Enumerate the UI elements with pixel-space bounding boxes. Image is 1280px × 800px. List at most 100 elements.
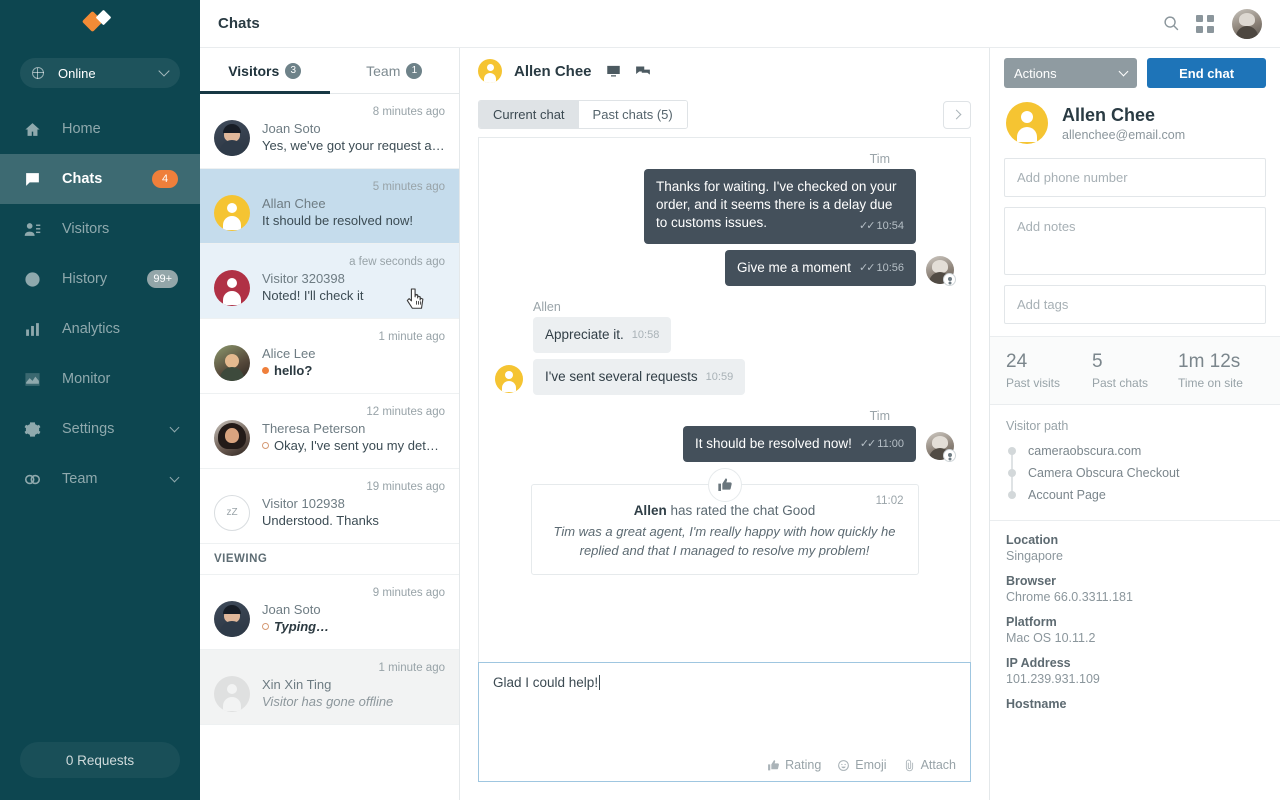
sidebar-item-history[interactable]: History 99+ (0, 254, 200, 304)
path-dot-icon (1008, 491, 1016, 499)
stat-value: 1m 12s (1178, 351, 1264, 373)
list-item-name: Visitor 102938 (262, 495, 445, 512)
list-item-time: 1 minute ago (262, 331, 445, 343)
message-meta: ✓✓11:00 (860, 435, 904, 453)
list-item-message: Okay, I've sent you my detai… (262, 437, 445, 455)
list-item-time: 9 minutes ago (262, 587, 445, 599)
sidebar-item-team[interactable]: Team (0, 454, 200, 504)
message-composer[interactable]: Glad I could help! Rating Emoji Attac (478, 662, 971, 782)
chevron-down-icon (170, 472, 180, 482)
list-item[interactable]: 8 minutes ago Joan Soto Yes, we've got y… (200, 94, 459, 169)
tab-current-chat[interactable]: Current chat (479, 101, 579, 128)
avatar (214, 420, 250, 456)
read-dot-icon (262, 442, 269, 449)
agent-badge-icon (943, 449, 956, 462)
requests-button[interactable]: 0 Requests (20, 742, 180, 778)
sidebar-item-chats[interactable]: Chats 4 (0, 154, 200, 204)
thumbs-up-icon (767, 759, 780, 772)
list-item-message-text: hello? (274, 363, 312, 378)
app-root: Online Home Chats 4 Visitors History 99+ (0, 0, 1280, 800)
message-time: 10:58 (632, 326, 660, 344)
unread-dot-icon (262, 367, 269, 374)
list-item-time: 19 minutes ago (262, 481, 445, 493)
list-item[interactable]: 9 minutes ago Joan Soto Typing… (200, 575, 459, 650)
message-list[interactable]: Tim Thanks for waiting. I've checked on … (478, 137, 971, 662)
chevron-right-icon (951, 110, 961, 120)
tags-field[interactable]: Add tags (1004, 285, 1266, 324)
notes-field[interactable]: Add notes (1004, 207, 1266, 275)
list-item-time: a few seconds ago (262, 256, 445, 268)
tab-badge: 1 (406, 63, 422, 79)
chat-list-panel: Visitors 3 Team 1 8 minutes ago Joan Sot… (200, 48, 460, 800)
sidebar-item-label: Settings (62, 421, 171, 437)
tab-team[interactable]: Team 1 (330, 48, 460, 93)
sidebar-item-visitors[interactable]: Visitors (0, 204, 200, 254)
list-item[interactable]: 1 minute ago Xin Xin Ting Visitor has go… (200, 650, 459, 725)
collapse-panel-button[interactable] (943, 101, 971, 129)
avatar: zZ (214, 495, 250, 531)
tab-past-chats[interactable]: Past chats (5) (579, 101, 687, 128)
avatar (214, 345, 250, 381)
visitor-path-label: Camera Obscura Checkout (1028, 466, 1179, 480)
avatar (926, 256, 954, 284)
chevron-down-icon (158, 65, 169, 76)
chat-bubbles-icon[interactable] (635, 64, 651, 79)
clock-icon (22, 269, 42, 289)
sidebar-item-label: History (62, 271, 147, 287)
path-dot-icon (1008, 447, 1016, 455)
list-item-message: It should be resolved now! (262, 212, 445, 230)
visitor-identity: Allen Chee allenchee@email.com (990, 98, 1280, 158)
visitor-fields: Add phone number Add notes Add tags (990, 158, 1280, 334)
status-selector[interactable]: Online (20, 58, 180, 88)
message-time: 10:59 (706, 368, 734, 386)
apps-grid-icon[interactable] (1188, 7, 1222, 41)
sidebar-item-home[interactable]: Home (0, 104, 200, 154)
composer-attach-button[interactable]: Attach (903, 758, 956, 772)
message-meta: ✓✓10:56 (859, 259, 904, 277)
message-time: 11:00 (877, 438, 904, 450)
chat-list-scroll[interactable]: 8 minutes ago Joan Soto Yes, we've got y… (200, 94, 459, 800)
delivered-ticks-icon: ✓✓ (860, 435, 874, 453)
team-rings-icon (22, 469, 42, 489)
gear-icon (22, 419, 42, 439)
sidebar-item-analytics[interactable]: Analytics (0, 304, 200, 354)
actions-button[interactable]: Actions (1004, 58, 1137, 88)
avatar (1006, 102, 1048, 144)
sidebar-item-settings[interactable]: Settings (0, 404, 200, 454)
list-item-name: Theresa Peterson (262, 420, 445, 437)
delivered-ticks-icon: ✓✓ (859, 217, 873, 235)
app-logo[interactable] (0, 0, 200, 48)
composer-tool-label: Attach (921, 758, 956, 772)
list-item-time: 8 minutes ago (262, 106, 445, 118)
avatar (214, 120, 250, 156)
visitor-path-title: Visitor path (1006, 419, 1264, 433)
end-chat-button[interactable]: End chat (1147, 58, 1266, 88)
visitor-path: Visitor path cameraobscura.com Camera Ob… (990, 405, 1280, 521)
stat-label: Past chats (1092, 376, 1178, 390)
monitor-icon[interactable] (606, 64, 621, 79)
composer-rating-button[interactable]: Rating (767, 758, 821, 772)
section-header-viewing: VIEWING (200, 544, 459, 575)
tab-badge: 3 (285, 63, 301, 79)
avatar (478, 59, 502, 83)
list-item[interactable]: zZ 19 minutes ago Visitor 102938 Underst… (200, 469, 459, 544)
composer-emoji-button[interactable]: Emoji (837, 758, 886, 772)
list-item[interactable]: 12 minutes ago Theresa Peterson Okay, I'… (200, 394, 459, 469)
search-icon[interactable] (1154, 7, 1188, 41)
text-caret (599, 675, 600, 690)
list-item[interactable]: 1 minute ago Alice Lee hello? (200, 319, 459, 394)
composer-text: Glad I could help! (493, 675, 956, 690)
list-item-selected[interactable]: 5 minutes ago Allan Chee It should be re… (200, 169, 459, 244)
tab-visitors[interactable]: Visitors 3 (200, 48, 330, 93)
visitor-path-label: cameraobscura.com (1028, 444, 1141, 458)
user-avatar[interactable] (1232, 9, 1262, 39)
visitors-icon (22, 219, 42, 239)
message-row: Thanks for waiting. I've checked on your… (495, 169, 954, 244)
chevron-down-icon (170, 422, 180, 432)
list-item-name: Allan Chee (262, 195, 445, 212)
phone-field[interactable]: Add phone number (1004, 158, 1266, 197)
sidebar-item-monitor[interactable]: Monitor (0, 354, 200, 404)
paperclip-icon (903, 759, 916, 772)
sidebar-nav: Home Chats 4 Visitors History 99+ Analyt… (0, 104, 200, 742)
list-item[interactable]: a few seconds ago Visitor 320398 Noted! … (200, 244, 459, 319)
